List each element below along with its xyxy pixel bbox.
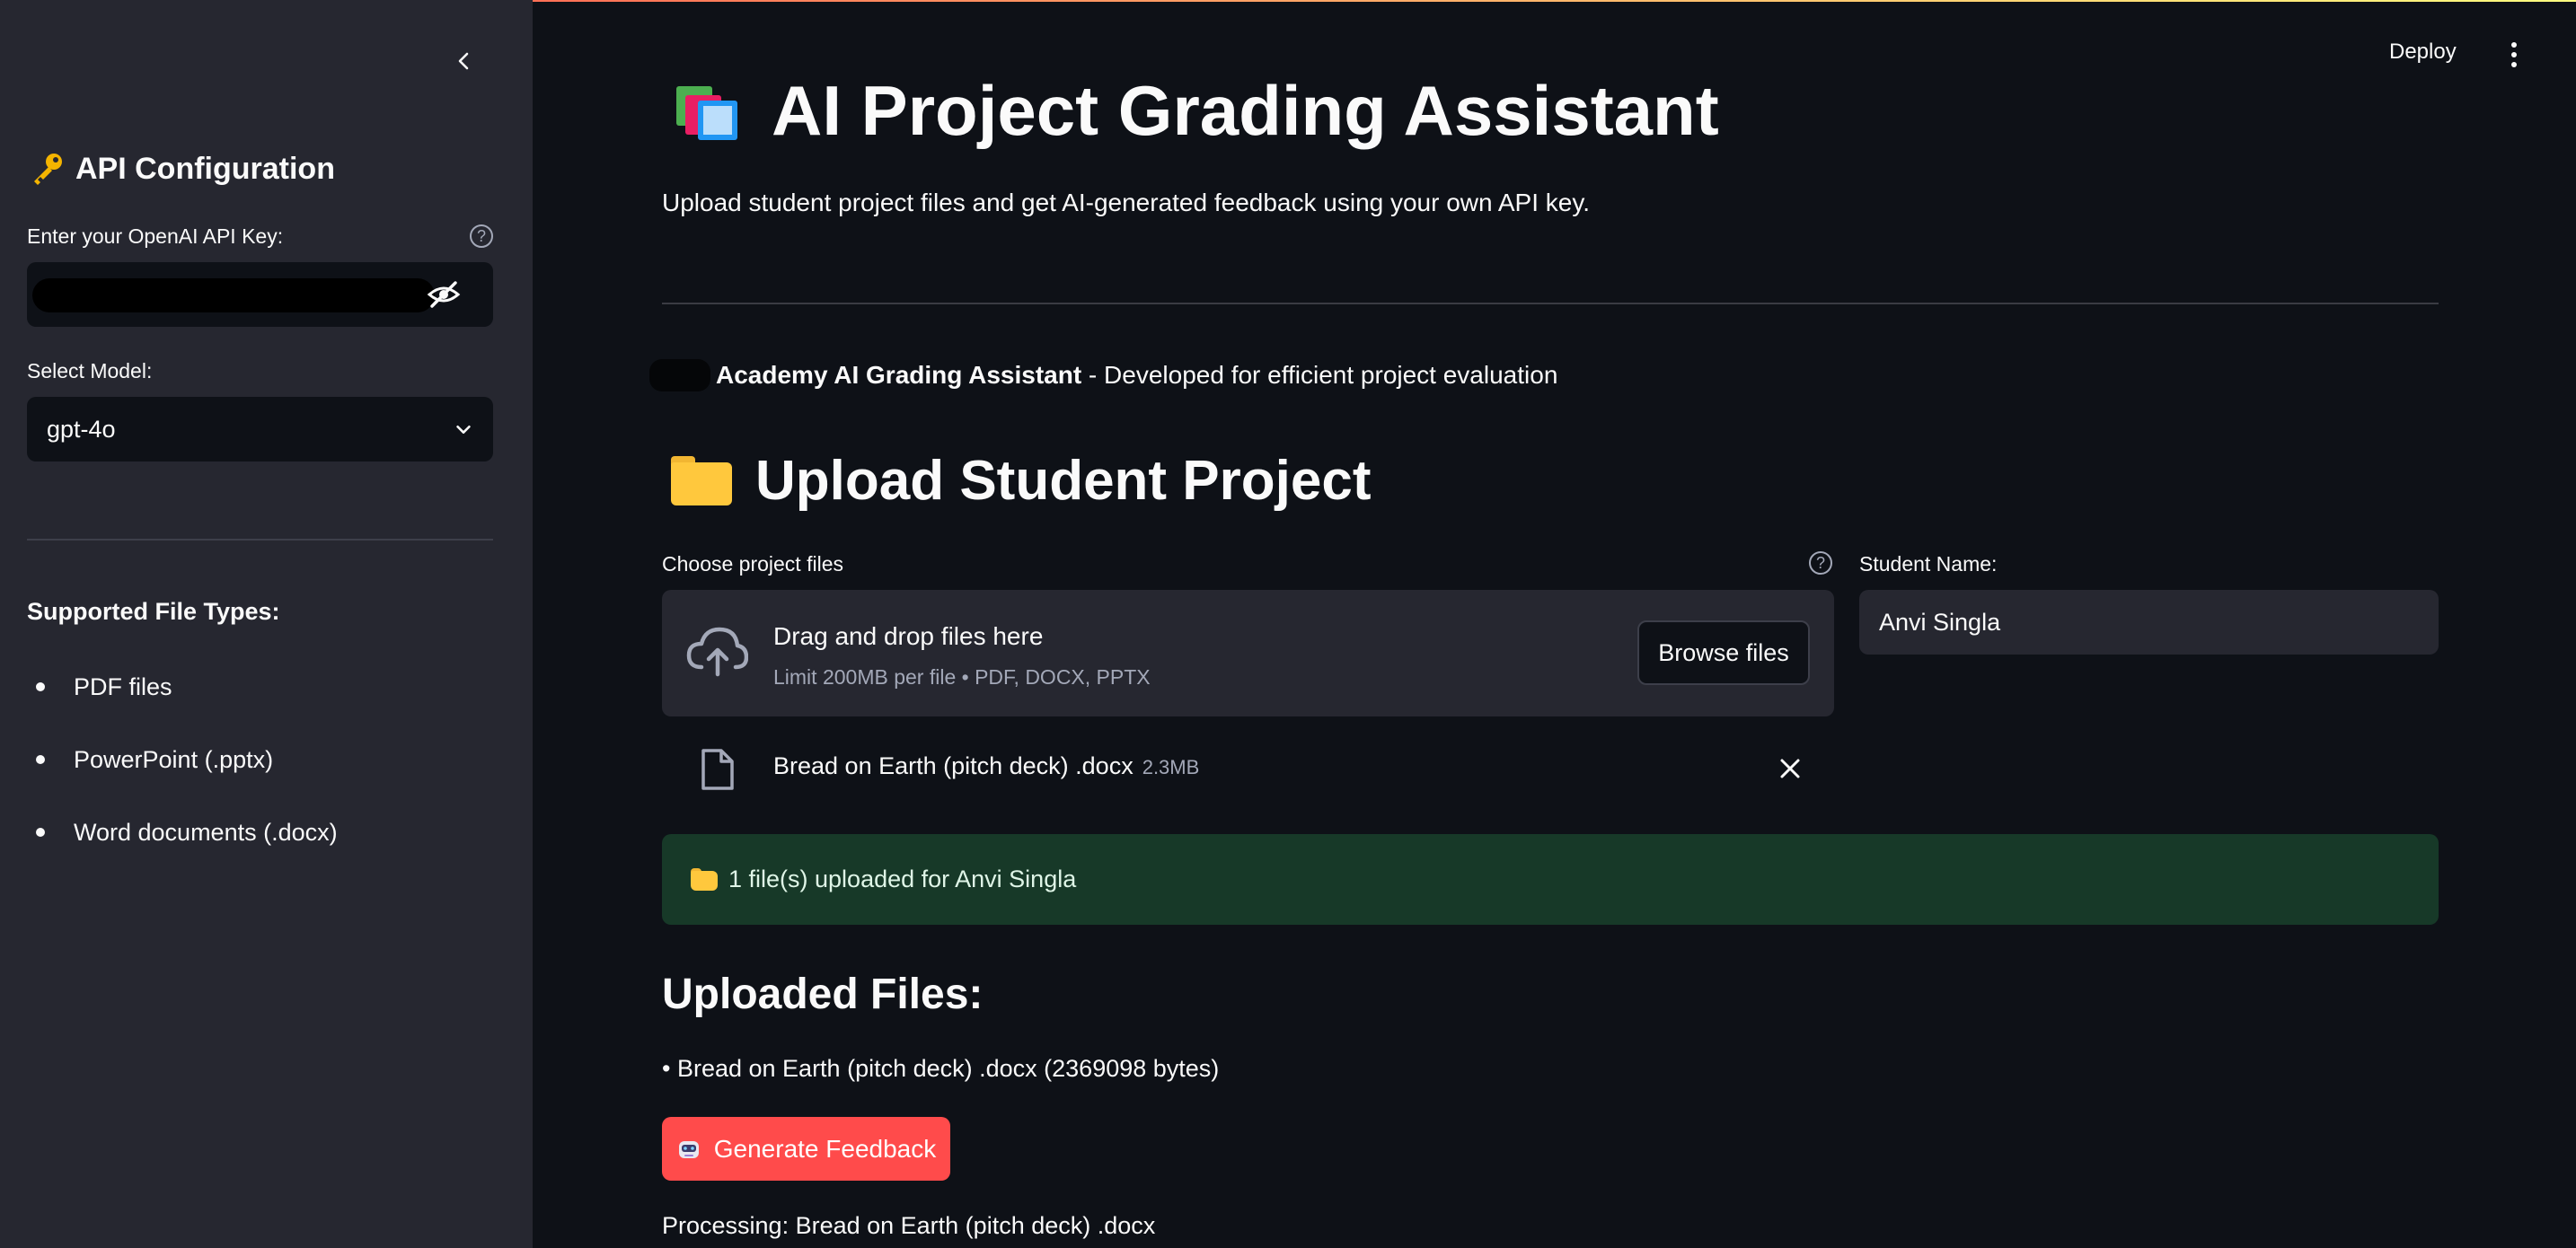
api-key-input[interactable] (27, 262, 493, 327)
page-subtitle: Upload student project files and get AI-… (662, 189, 1591, 216)
list-item: PDF files (27, 660, 338, 733)
file-dropzone[interactable]: Drag and drop files here Limit 200MB per… (662, 590, 1834, 716)
bullet-icon (36, 682, 45, 691)
sidebar-title-text: API Configuration (75, 151, 335, 186)
generate-feedback-button[interactable]: Generate Feedback (662, 1117, 950, 1181)
file-name: Bread on Earth (pitch deck) .docx 2.3MB (773, 752, 1199, 780)
uploaded-files-heading: Uploaded Files: (662, 971, 984, 1018)
sidebar-divider (27, 539, 493, 541)
success-alert: 1 file(s) uploaded for Anvi Singla (662, 834, 2439, 925)
key-icon (34, 154, 62, 185)
file-name-text: Bread on Earth (pitch deck) .docx (773, 752, 1134, 779)
chevron-left-icon (458, 52, 469, 70)
page-title: AI Project Grading Assistant (671, 70, 1719, 152)
dropzone-limit: Limit 200MB per file • PDF, DOCX, PPTX (773, 665, 1151, 689)
choose-files-label: Choose project files (662, 552, 843, 576)
page-title-text: AI Project Grading Assistant (772, 71, 1719, 150)
supported-types-title: Supported File Types: (27, 598, 280, 625)
uploaded-file-item: • Bread on Earth (pitch deck) .docx (236… (662, 1055, 1220, 1082)
eye-off-icon[interactable] (427, 280, 461, 309)
file-size: 2.3MB (1142, 756, 1200, 778)
success-text: 1 file(s) uploaded for Anvi Singla (728, 866, 1077, 892)
upload-heading-text: Upload Student Project (755, 450, 1372, 512)
folder-icon (671, 455, 732, 506)
dropzone-title: Drag and drop files here (773, 622, 1044, 650)
generate-feedback-label: Generate Feedback (713, 1134, 937, 1163)
redacted-api-key (32, 278, 435, 312)
credit-line: Academy AI Grading Assistant - Developed… (649, 359, 1557, 391)
main-menu-icon[interactable] (2502, 40, 2526, 70)
chevron-down-icon (456, 425, 471, 434)
supported-types-list: PDF files PowerPoint (.pptx) Word docume… (27, 660, 338, 878)
browse-files-button[interactable]: Browse files (1637, 620, 1810, 685)
close-icon[interactable] (1776, 754, 1804, 783)
list-item: Word documents (.docx) (27, 805, 338, 878)
uploaded-file-row: Bread on Earth (pitch deck) .docx 2.3MB (662, 736, 1834, 799)
list-item-text: PDF files (74, 673, 172, 700)
robot-icon (678, 1140, 699, 1158)
cloud-upload-icon (686, 627, 748, 677)
credit-bold: Academy AI Grading Assistant (716, 361, 1082, 389)
redacted-name (649, 359, 710, 391)
student-name-input[interactable]: Anvi Singla (1859, 590, 2439, 655)
student-name-value: Anvi Singla (1879, 608, 2001, 636)
help-icon[interactable]: ? (470, 224, 493, 248)
student-name-label: Student Name: (1859, 552, 1998, 576)
bullet-icon (36, 755, 45, 764)
bullet-icon (36, 828, 45, 837)
sidebar-title: API Configuration (29, 151, 335, 187)
sidebar: API Configuration Enter your OpenAI API … (0, 0, 533, 1248)
list-item: PowerPoint (.pptx) (27, 733, 338, 805)
api-key-label: Enter your OpenAI API Key: (27, 224, 284, 248)
model-select-value: gpt-4o (47, 415, 116, 443)
collapse-sidebar-button[interactable] (446, 43, 482, 79)
folder-icon (691, 867, 718, 892)
help-icon[interactable]: ? (1809, 551, 1832, 575)
deploy-button[interactable]: Deploy (2389, 40, 2457, 65)
file-icon (701, 749, 734, 790)
divider (662, 303, 2439, 304)
upload-heading: Upload Student Project (671, 449, 1371, 513)
books-icon (676, 85, 737, 140)
list-item-text: Word documents (.docx) (74, 819, 338, 846)
list-item-text: PowerPoint (.pptx) (74, 746, 274, 773)
credit-rest: - Developed for efficient project evalua… (1081, 361, 1558, 389)
model-select[interactable]: gpt-4o (27, 397, 493, 461)
processing-status: Processing: Bread on Earth (pitch deck) … (662, 1212, 1156, 1239)
model-label: Select Model: (27, 359, 153, 382)
